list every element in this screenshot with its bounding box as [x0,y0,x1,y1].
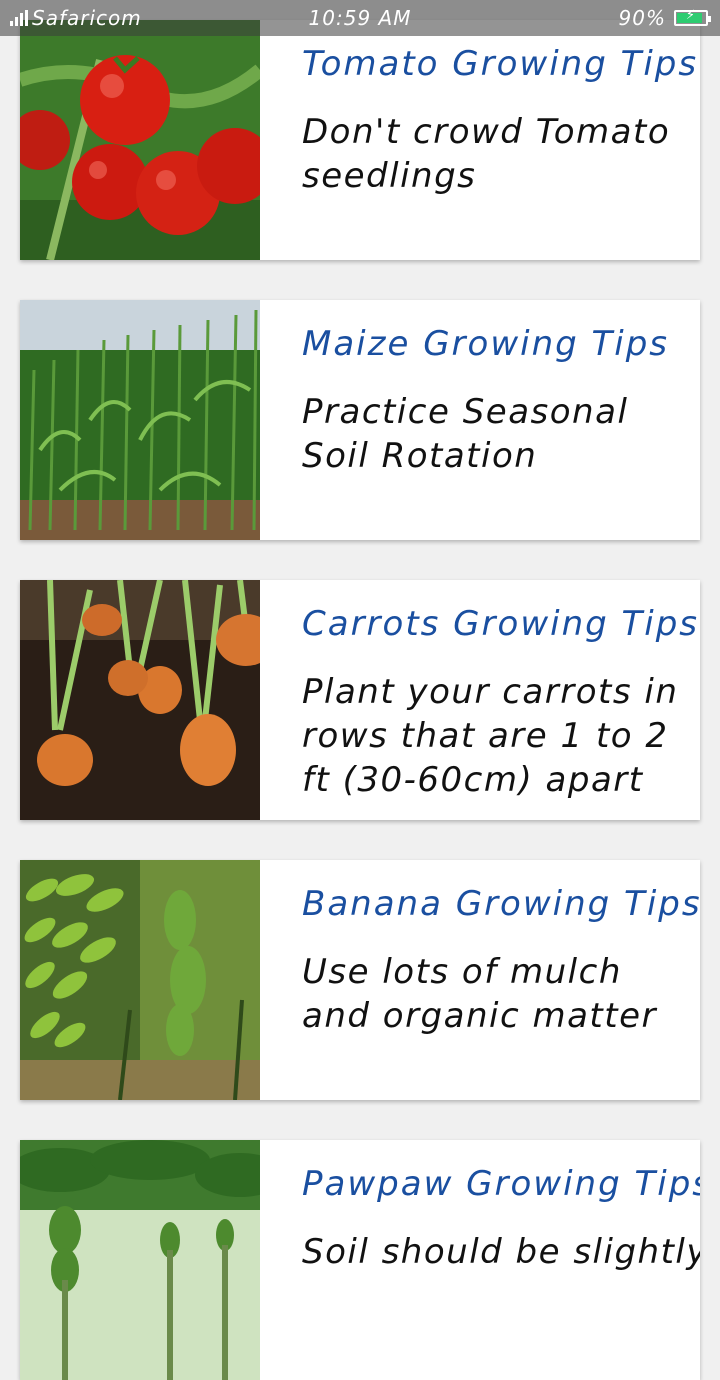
battery-percent: 90% [618,6,666,30]
tip-card[interactable]: Maize Growing Tips Practice Seasonal Soi… [20,300,700,540]
tip-text: Don't crowd Tomato seedlings [302,112,671,196]
status-bar: Safaricom 10:59 AM 90% ⚡ [0,0,720,36]
tip-text: Use lots of mulch and organic matter [302,952,657,1036]
status-time: 10:59 AM [308,6,412,30]
tip-card[interactable]: Tomato Growing Tips Don't crowd Tomato s… [20,20,700,260]
tip-title: Banana Growing Tips [302,884,700,924]
tip-card[interactable]: Carrots Growing Tips Plant your carrots … [20,580,700,820]
carrots-image [20,580,260,820]
tip-card[interactable]: Banana Growing Tips Use lots of mulch an… [20,860,700,1100]
pawpaw-image [20,1140,260,1380]
tomato-image [20,20,260,260]
tip-text: Practice Seasonal Soil Rotation [302,392,629,476]
tip-title: Tomato Growing Tips [302,44,699,84]
tip-text: Soil should be slightly [302,1232,700,1272]
tip-text: Plant your carrots in rows that are 1 to… [302,672,679,800]
tip-title: Carrots Growing Tips [302,604,700,644]
tip-title: Pawpaw Growing Tips [302,1164,700,1204]
banana-image [20,860,260,1100]
tip-title: Maize Growing Tips [302,324,670,364]
battery-icon: ⚡ [674,8,711,26]
tip-card[interactable]: Pawpaw Growing Tips Soil should be sligh… [20,1140,700,1380]
maize-image [20,300,260,540]
